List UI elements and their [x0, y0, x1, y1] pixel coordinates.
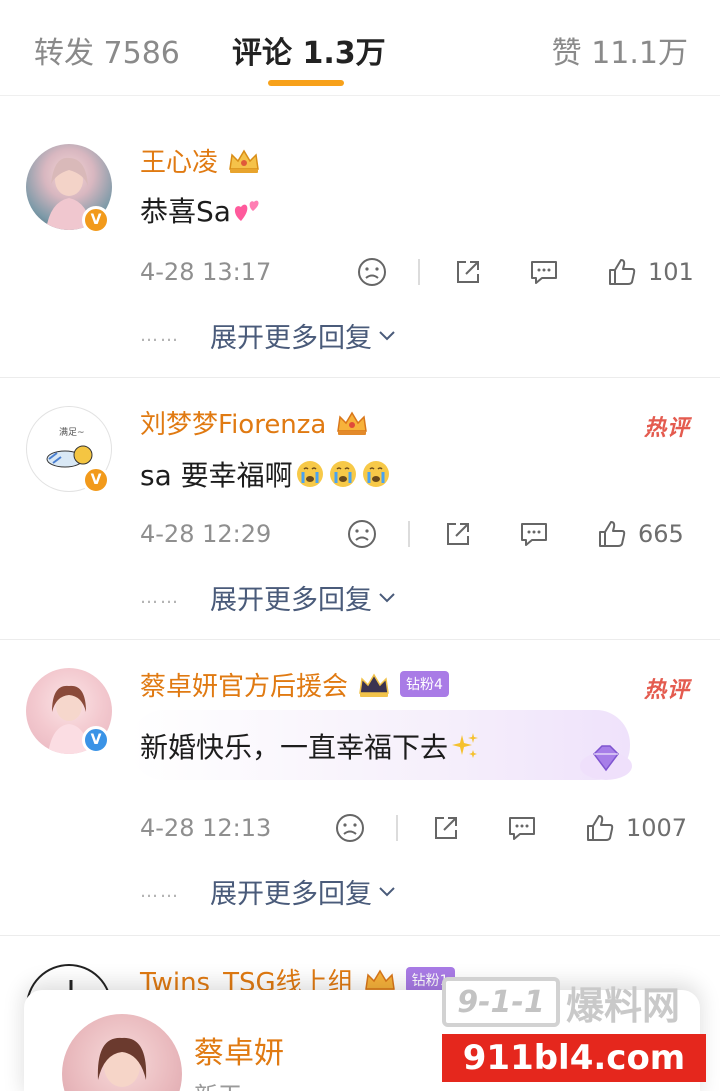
diamond-icon [580, 745, 632, 780]
watermark-url: 911bl4.com [442, 1034, 706, 1082]
like-button[interactable]: 665 [596, 518, 684, 550]
expand-replies[interactable]: …… 展开更多回复 [140, 316, 396, 355]
watermark-text: 爆料网 [566, 983, 681, 1028]
share-icon [435, 817, 457, 839]
dots: …… [140, 325, 180, 346]
frown-face-icon [358, 258, 386, 286]
user-row: 蔡卓妍官方后援会 钻粉4 [140, 664, 449, 704]
expand-replies-label: 展开更多回复 [210, 872, 396, 911]
tab-repost[interactable]: 转发 7586 [34, 28, 180, 72]
dislike-button[interactable] [356, 256, 388, 288]
comment-item: V 王心凌 恭喜Sa 4-28 13:17 101 …… 展开更多回复 [0, 114, 720, 378]
comment-meta: 4-28 13:17 101 [140, 252, 700, 292]
divider [418, 259, 420, 285]
thumbs-up-icon [599, 521, 626, 547]
like-count: 1007 [626, 814, 688, 842]
comment-text: sa 要幸福啊 [140, 454, 391, 494]
comment-bubble-icon [521, 523, 547, 546]
comment-meta: 4-28 12:29 665 [140, 514, 700, 554]
comment-bubble-icon [509, 817, 535, 840]
watermark: 9-1-1 爆料网 911bl4.com [442, 974, 706, 1086]
username[interactable]: 蔡卓妍官方后援会 [140, 666, 348, 703]
like-count: 101 [648, 258, 694, 286]
expand-replies[interactable]: …… 展开更多回复 [140, 872, 396, 911]
verified-icon: V [82, 466, 110, 494]
thumbs-up-icon [609, 259, 636, 285]
verified-icon: V [82, 726, 110, 754]
comment-tabs-bar: 转发 7586 评论 1.3万 赞 11.1万 [0, 0, 720, 96]
popup-subtitle: 新干 [194, 1076, 242, 1091]
tab-likes[interactable]: 赞 11.1万 [552, 28, 688, 72]
crying-icon [296, 461, 389, 487]
timestamp: 4-28 12:29 [140, 520, 272, 548]
comment-bubble-icon [531, 261, 557, 284]
divider [396, 815, 398, 841]
comment-item: V 蔡卓妍官方后援会 钻粉4 热评 新婚快乐，一直幸福下去 4-28 12:13 [0, 640, 720, 936]
tab-comments[interactable]: 评论 1.3万 [232, 28, 386, 72]
username[interactable]: 王心凌 [140, 142, 218, 179]
timestamp: 4-28 12:13 [140, 814, 272, 842]
popup-username[interactable]: 蔡卓妍 [194, 1028, 284, 1072]
user-row: 刘梦梦Fiorenza [140, 402, 370, 442]
active-tab-indicator [268, 80, 344, 86]
comment-text: 新婚快乐，一直幸福下去 [140, 726, 480, 766]
reply-button[interactable] [506, 812, 538, 844]
popup-avatar[interactable] [62, 1014, 182, 1091]
like-count: 665 [638, 520, 684, 548]
share-button[interactable] [452, 256, 484, 288]
dislike-button[interactable] [346, 518, 378, 550]
share-icon [457, 261, 479, 283]
expand-replies[interactable]: …… 展开更多回复 [140, 578, 396, 617]
divider [408, 521, 410, 547]
like-button[interactable]: 101 [606, 256, 694, 288]
expand-text: 展开更多回复 [210, 585, 372, 616]
verified-icon: V [82, 206, 110, 234]
two-hearts-icon [234, 200, 259, 221]
chevron-down-icon [379, 330, 395, 340]
fan-level-badge: 钻粉4 [400, 671, 449, 697]
comment-item: 满足~ V 刘梦梦Fiorenza 热评 sa 要幸福啊 4-28 12:29 [0, 378, 720, 640]
expand-text: 展开更多回复 [210, 323, 372, 354]
username[interactable]: 刘梦梦Fiorenza [140, 404, 326, 441]
crown-icon [359, 673, 389, 697]
share-button[interactable] [430, 812, 462, 844]
share-button[interactable] [442, 518, 474, 550]
chevron-down-icon [379, 886, 395, 896]
thumbs-up-icon [587, 815, 614, 841]
crown-icon [337, 411, 368, 435]
share-icon [447, 523, 469, 545]
watermark-logo: 9-1-1 爆料网 [442, 974, 706, 1030]
user-row: 王心凌 [140, 140, 262, 180]
timestamp: 4-28 13:17 [140, 258, 272, 286]
dots: …… [140, 587, 180, 608]
avatar-caption: 满足~ [59, 427, 85, 438]
like-button[interactable]: 1007 [584, 812, 687, 844]
comment-body: 新婚快乐，一直幸福下去 [140, 731, 449, 764]
reply-button[interactable] [528, 256, 560, 288]
expand-replies-label: 展开更多回复 [210, 578, 396, 617]
expand-text: 展开更多回复 [210, 879, 372, 910]
hot-comment-tag: 热评 [643, 416, 690, 441]
dots: …… [140, 881, 180, 902]
hot-comment-tag: 热评 [643, 678, 690, 703]
reply-button[interactable] [518, 518, 550, 550]
comment-text: 恭喜Sa [140, 190, 263, 230]
expand-replies-label: 展开更多回复 [210, 316, 396, 355]
crown-icon [229, 149, 259, 173]
comment-meta: 4-28 12:13 1007 [140, 808, 700, 848]
comment-body: sa 要幸福啊 [140, 459, 293, 492]
dislike-button[interactable] [334, 812, 366, 844]
frown-face-icon [336, 814, 364, 842]
comment-body: 恭喜Sa [140, 195, 231, 228]
watermark-box: 9-1-1 [442, 977, 560, 1027]
frown-face-icon [348, 520, 376, 548]
sparkles-icon [452, 733, 479, 758]
chevron-down-icon [379, 592, 395, 602]
